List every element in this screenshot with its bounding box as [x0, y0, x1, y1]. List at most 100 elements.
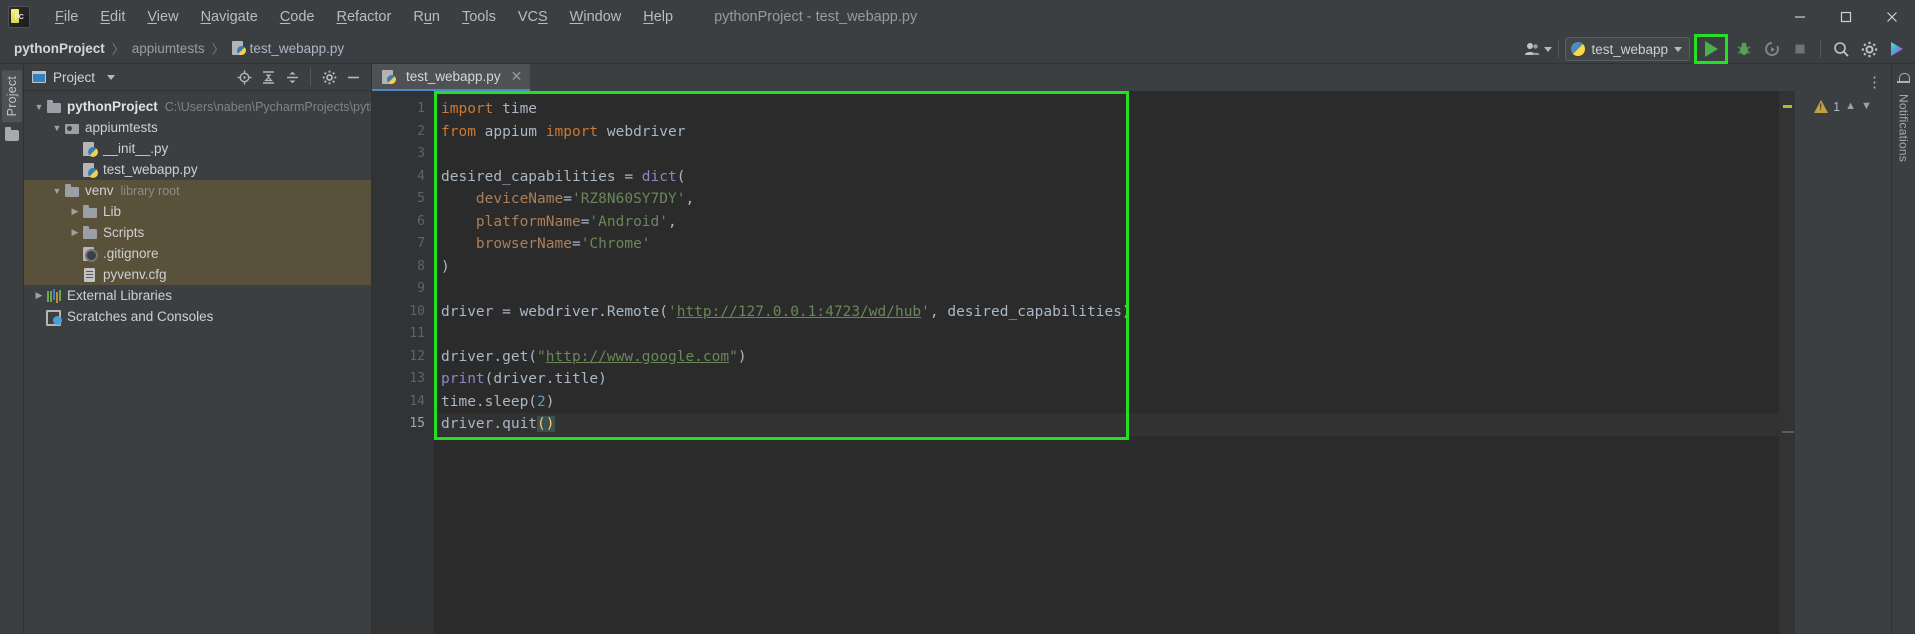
tree-item-label: External Libraries [67, 288, 173, 303]
play-triangle-icon [1704, 41, 1718, 57]
expand-all-icon[interactable] [256, 66, 280, 88]
toolbar-separator-1 [1558, 40, 1560, 58]
tree-item-venv[interactable]: ▼ venv library root [24, 180, 371, 201]
tree-item-path: C:\Users\naben\PycharmProjects\pythonP [164, 99, 371, 114]
menu-run[interactable]: Run [402, 6, 451, 28]
more-options-icon[interactable]: ⋮ [1867, 73, 1883, 91]
window-controls [1777, 0, 1915, 34]
bell-icon[interactable] [1897, 72, 1910, 86]
folder-icon [64, 183, 80, 199]
close-button[interactable] [1869, 0, 1915, 34]
menu-edit[interactable]: Edit [89, 6, 136, 28]
tree-item-lib[interactable]: ▶ Lib [24, 201, 371, 222]
tree-item-label: appiumtests [85, 120, 158, 135]
previous-problem-icon[interactable]: ▲ [1845, 100, 1856, 112]
sidebar-tab-project[interactable]: Project [1, 70, 22, 123]
python-config-icon [1571, 42, 1586, 56]
line-number: 5 [417, 191, 425, 206]
chevron-down-icon[interactable] [107, 74, 116, 80]
locate-file-icon[interactable] [232, 66, 256, 88]
menu-navigate[interactable]: Navigate [190, 6, 269, 28]
tree-item-appiumtests[interactable]: ▼ appiumtests [24, 117, 371, 138]
tree-item-scratches-and-consoles[interactable]: Scratches and Consoles [24, 306, 371, 327]
menu-tools[interactable]: Tools [451, 6, 507, 28]
hide-panel-icon[interactable] [341, 66, 365, 88]
editor-tab-test-webapp[interactable]: test_webapp.py ✕ [372, 64, 531, 91]
sidebar-tab-notifications[interactable]: Notifications [1897, 94, 1911, 162]
tree-item-sublabel: library root [120, 183, 180, 198]
close-icon[interactable]: ✕ [511, 68, 523, 85]
tree-item-label: Scripts [103, 225, 145, 240]
scratches-icon [46, 309, 62, 326]
ide-features-trainer-button[interactable] [1883, 36, 1911, 62]
tree-item-external-libraries[interactable]: ▶ External Libraries [24, 285, 371, 306]
folder-icon [82, 225, 98, 241]
breadcrumb-separator-1: 〉 [111, 42, 125, 57]
scrollbar-thumb[interactable] [1782, 431, 1794, 433]
line-number: 1 [417, 101, 425, 116]
search-icon[interactable] [1827, 36, 1855, 62]
breadcrumb-folder[interactable]: appiumtests [128, 39, 209, 58]
project-window-icon [32, 71, 46, 83]
warning-marker[interactable] [1783, 105, 1792, 108]
editor-marker-gutter[interactable] [1779, 91, 1795, 634]
chevron-right-icon[interactable]: ▶ [32, 290, 46, 301]
python-file-icon [82, 162, 98, 178]
line-number: 3 [417, 146, 425, 161]
warning-triangle-icon [1814, 100, 1829, 113]
inspection-widget: 1 ▲ ▼ [1795, 91, 1891, 634]
tree-item-pythonproject[interactable]: ▼ pythonProject C:\Users\naben\PycharmPr… [24, 96, 371, 117]
project-panel-title: Project [53, 69, 96, 85]
tree-item-gitignore[interactable]: .gitignore [24, 243, 371, 264]
chevron-right-icon[interactable]: ▶ [68, 227, 82, 238]
run-with-coverage-button[interactable] [1758, 36, 1786, 62]
line-number: 14 [409, 393, 425, 409]
user-account-icon[interactable] [1524, 36, 1553, 62]
gear-icon[interactable] [1855, 36, 1883, 62]
collapse-all-icon[interactable] [280, 66, 304, 88]
navigation-bar: pythonProject 〉 appiumtests 〉 test_webap… [0, 34, 1915, 64]
left-tool-strip: Project [0, 64, 24, 634]
code-line-12: driver.get("http://www.google.com") [441, 348, 747, 365]
next-problem-icon[interactable]: ▼ [1861, 100, 1872, 112]
line-number: 7 [417, 236, 425, 251]
panel-settings-gear-icon[interactable] [317, 66, 341, 88]
maximize-button[interactable] [1823, 0, 1869, 34]
code-line-14: time.sleep(2) [441, 393, 555, 410]
project-panel-header: Project [24, 64, 371, 91]
tree-item-test-webapp-py[interactable]: test_webapp.py [24, 159, 371, 180]
breadcrumb-project[interactable]: pythonProject [10, 39, 109, 58]
stop-button[interactable] [1786, 36, 1814, 62]
chevron-down-icon[interactable]: ▼ [50, 123, 64, 133]
menu-vcs[interactable]: VCS [507, 6, 559, 28]
tree-item-label: .gitignore [103, 246, 159, 261]
run-button[interactable] [1694, 34, 1728, 64]
config-file-icon [82, 267, 98, 283]
menu-refactor[interactable]: Refactor [326, 6, 403, 28]
folder-icon[interactable] [4, 127, 19, 142]
chevron-down-icon[interactable]: ▼ [32, 102, 46, 112]
run-configuration-selector[interactable]: test_webapp [1565, 37, 1690, 61]
chevron-down-icon[interactable]: ▼ [50, 186, 64, 196]
window-title: pythonProject - test_webapp.py [714, 9, 918, 25]
code-line-5: deviceName='RZ8N60SY7DY', [475, 191, 695, 207]
chevron-right-icon[interactable]: ▶ [68, 206, 82, 217]
menu-view[interactable]: View [136, 6, 189, 28]
menu-file[interactable]: File [44, 6, 89, 28]
run-configuration-label: test_webapp [1591, 41, 1668, 57]
minimize-button[interactable] [1777, 0, 1823, 34]
main-toolbar: test_webapp [1524, 34, 1915, 64]
breadcrumb-file[interactable]: test_webapp.py [228, 39, 349, 58]
tree-item-init-py[interactable]: __init__.py [24, 138, 371, 159]
code-editor[interactable]: import time from appium import webdriver… [434, 91, 1779, 634]
tree-item-scripts[interactable]: ▶ Scripts [24, 222, 371, 243]
menu-help[interactable]: Help [632, 6, 684, 28]
pycharm-window: PC File Edit View Navigate Code Refactor… [0, 0, 1915, 634]
toolbar-separator-2 [1820, 40, 1821, 58]
menu-window[interactable]: Window [559, 6, 633, 28]
menu-code[interactable]: Code [269, 6, 326, 28]
tree-item-pyvenv-cfg[interactable]: pyvenv.cfg [24, 264, 371, 285]
debug-button[interactable] [1730, 36, 1758, 62]
breadcrumb-separator-2: 〉 [211, 42, 225, 57]
